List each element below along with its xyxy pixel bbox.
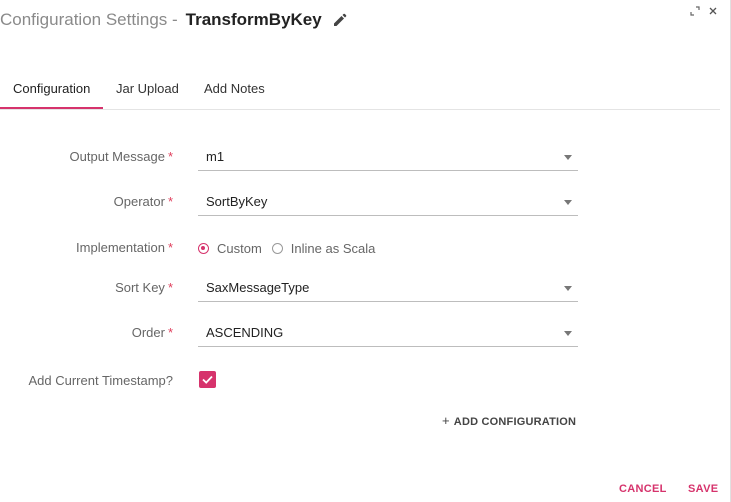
- radio-inline-scala[interactable]: Inline as Scala: [271, 240, 376, 256]
- plus-icon: +: [442, 413, 450, 428]
- expand-icon[interactable]: [690, 6, 700, 20]
- close-icon[interactable]: [708, 6, 718, 20]
- radio-inline-scala-label: Inline as Scala: [290, 240, 376, 256]
- operator-select[interactable]: SortByKey: [198, 192, 578, 216]
- sort-key-select[interactable]: SaxMessageType: [198, 278, 578, 302]
- pencil-icon[interactable]: [332, 12, 348, 28]
- radio-custom-indicator: [198, 242, 209, 254]
- order-label: Order *: [131, 325, 173, 340]
- implementation-row: Implementation * Custom Inline as Scala: [0, 238, 720, 268]
- output-message-label: Output Message *: [69, 149, 173, 164]
- order-select[interactable]: ASCENDING: [198, 323, 578, 347]
- order-value: ASCENDING: [206, 325, 284, 340]
- operator-label: Operator *: [113, 194, 173, 209]
- tab-bar: Configuration Jar Upload Add Notes: [0, 72, 720, 110]
- output-message-value: m1: [206, 149, 225, 164]
- dialog-header: Configuration Settings - TransformByKey: [0, 8, 348, 32]
- output-message-row: Output Message * m1: [0, 147, 720, 177]
- window-controls: [690, 6, 718, 20]
- operator-value: SortByKey: [206, 194, 268, 209]
- radio-inline-scala-indicator: [271, 242, 283, 254]
- operator-row: Operator * SortByKey: [0, 192, 720, 222]
- add-configuration-label: ADD CONFIGURATION: [453, 416, 577, 428]
- timestamp-checkbox[interactable]: [199, 371, 216, 388]
- dialog-title-prefix: Configuration Settings -: [0, 10, 178, 29]
- order-row: Order * ASCENDING: [0, 323, 720, 353]
- sort-key-value: SaxMessageType: [206, 280, 310, 295]
- sort-key-label: Sort Key *: [115, 280, 173, 295]
- save-button[interactable]: SAVE: [688, 483, 718, 495]
- output-message-select[interactable]: m1: [198, 147, 578, 171]
- chevron-down-icon: [564, 286, 572, 291]
- tab-configuration[interactable]: Configuration: [13, 81, 90, 96]
- timestamp-row: Add Current Timestamp?: [0, 371, 720, 401]
- check-icon: [202, 375, 213, 384]
- tab-add-notes[interactable]: Add Notes: [204, 81, 265, 96]
- implementation-radio-group: Custom Inline as Scala: [198, 238, 385, 258]
- timestamp-label: Add Current Timestamp?: [28, 373, 173, 388]
- chevron-down-icon: [564, 155, 572, 160]
- active-tab-indicator: [0, 107, 103, 109]
- radio-custom[interactable]: Custom: [198, 241, 262, 256]
- chevron-down-icon: [564, 200, 572, 205]
- sort-key-row: Sort Key * SaxMessageType: [0, 278, 720, 308]
- chevron-down-icon: [564, 331, 572, 336]
- configuration-dialog: Configuration Settings - TransformByKey …: [0, 0, 731, 502]
- implementation-label: Implementation *: [76, 240, 173, 255]
- component-name: TransformByKey: [185, 10, 322, 29]
- tab-jar-upload[interactable]: Jar Upload: [116, 81, 179, 96]
- add-configuration-button[interactable]: + ADD CONFIGURATION: [442, 413, 576, 428]
- cancel-button[interactable]: CANCEL: [619, 483, 667, 495]
- radio-custom-label: Custom: [217, 240, 262, 256]
